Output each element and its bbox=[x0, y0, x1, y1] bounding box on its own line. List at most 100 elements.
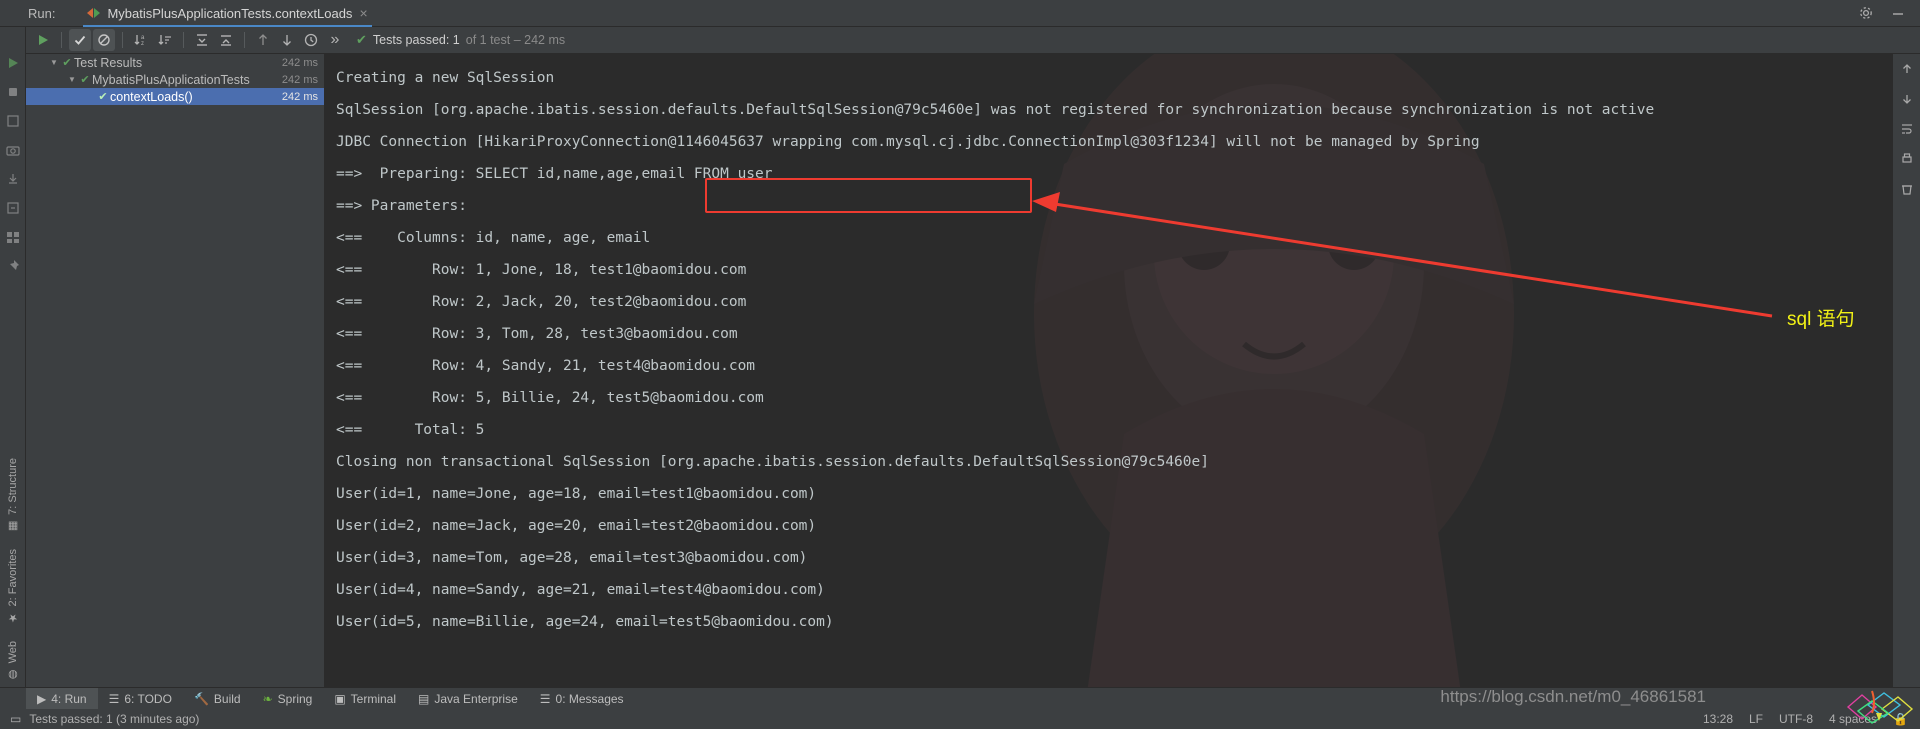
pin-icon[interactable] bbox=[5, 258, 21, 274]
status-bar-line-separator[interactable]: LF bbox=[1749, 712, 1763, 726]
tree-row-test-method[interactable]: ✔ contextLoads() 242 ms bbox=[26, 88, 324, 105]
sidebar-item-web[interactable]: ◍ Web bbox=[0, 633, 26, 689]
status-bar-message[interactable]: Tests passed: 1 (3 minutes ago) bbox=[29, 712, 199, 726]
console-line: ==> Preparing: SELECT id,name,age,email … bbox=[336, 166, 773, 182]
sort-by-duration-button[interactable] bbox=[154, 29, 176, 51]
camera-icon[interactable] bbox=[5, 142, 21, 158]
left-strip-icons bbox=[0, 27, 25, 274]
java-enterprise-icon: ▤ bbox=[418, 691, 430, 706]
left-tool-strip: ▦ 7: Structure ★ 2: Favorites ◍ Web bbox=[0, 27, 26, 699]
rerun-icon[interactable] bbox=[5, 55, 21, 71]
status-bar-icon: ▭ bbox=[10, 712, 22, 726]
console-line: <== Row: 3, Tom, 28, test3@baomidou.com bbox=[336, 326, 738, 342]
more-options-button[interactable]: » bbox=[324, 29, 346, 51]
bottom-tab-todo-label: 6: TODO bbox=[124, 691, 172, 706]
test-status-main: Tests passed: 1 bbox=[372, 33, 460, 47]
minimize-icon[interactable] bbox=[1890, 5, 1906, 21]
console-line: Closing non transactional SqlSession [or… bbox=[336, 454, 1209, 470]
previous-failed-test-button[interactable] bbox=[252, 29, 274, 51]
soft-wrap-icon[interactable] bbox=[1893, 114, 1920, 144]
show-passed-tests-button[interactable] bbox=[69, 29, 91, 51]
sidebar-item-web-label: Web bbox=[7, 640, 19, 663]
chevron-down-icon[interactable]: ▼ bbox=[48, 58, 60, 67]
svg-text:z: z bbox=[141, 41, 144, 47]
right-tool-strip bbox=[1893, 54, 1920, 699]
test-status: ✔ Tests passed: 1 of 1 test – 242 ms bbox=[356, 32, 565, 48]
test-history-icon[interactable] bbox=[300, 29, 322, 51]
bottom-tab-build[interactable]: 🔨 Build bbox=[183, 688, 252, 710]
console-line: User(id=5, name=Billie, age=24, email=te… bbox=[336, 614, 834, 630]
bottom-tab-messages-label: 0: Messages bbox=[555, 691, 624, 706]
passed-check-icon: ✔ bbox=[62, 57, 72, 69]
run-configuration-tab[interactable]: MybatisPlusApplicationTests.contextLoads… bbox=[83, 0, 372, 27]
bottom-tab-spring-label: Spring bbox=[277, 691, 313, 706]
console-line: User(id=3, name=Tom, age=28, email=test3… bbox=[336, 550, 808, 566]
tree-row-label: contextLoads() bbox=[110, 89, 193, 104]
bottom-tab-java-enterprise-label: Java Enterprise bbox=[434, 691, 518, 706]
next-failed-test-button[interactable] bbox=[276, 29, 298, 51]
bottom-tab-terminal[interactable]: ▣ Terminal bbox=[323, 688, 407, 710]
expand-all-button[interactable] bbox=[191, 29, 213, 51]
star-icon: ★ bbox=[7, 611, 20, 625]
structure-icon: ▦ bbox=[7, 520, 20, 534]
tree-row-duration: 242 ms bbox=[281, 90, 318, 103]
console-line: JDBC Connection [HikariProxyConnection@1… bbox=[336, 134, 1480, 150]
passed-check-icon: ✔ bbox=[80, 74, 90, 86]
collapse-all-button[interactable] bbox=[215, 29, 237, 51]
bottom-tab-run[interactable]: ▶ 4: Run bbox=[26, 687, 98, 710]
print-icon[interactable] bbox=[1893, 144, 1920, 174]
chevron-down-icon[interactable]: ▼ bbox=[66, 75, 78, 84]
console-line: User(id=2, name=Jack, age=20, email=test… bbox=[336, 518, 817, 534]
build-icon: 🔨 bbox=[193, 691, 209, 706]
show-ignored-tests-button[interactable] bbox=[93, 29, 115, 51]
console-line: <== Columns: id, name, age, email bbox=[336, 230, 651, 246]
sidebar-item-structure-label: 7: Structure bbox=[7, 458, 19, 516]
bottom-tab-java-enterprise[interactable]: ▤ Java Enterprise bbox=[407, 688, 529, 710]
close-tab-icon[interactable]: × bbox=[359, 5, 367, 21]
tree-row-test-results[interactable]: ▼ ✔ Test Results 242 ms bbox=[26, 54, 324, 71]
status-check-icon: ✔ bbox=[356, 32, 367, 47]
console-line: Creating a new SqlSession bbox=[336, 70, 555, 86]
sort-alphabetically-button[interactable]: az bbox=[130, 29, 152, 51]
globe-icon: ◍ bbox=[7, 668, 20, 681]
sidebar-item-structure[interactable]: ▦ 7: Structure bbox=[0, 450, 26, 541]
import-icon[interactable] bbox=[5, 200, 21, 216]
tree-row-duration: 242 ms bbox=[281, 56, 318, 69]
test-status-sub: of 1 test – 242 ms bbox=[465, 33, 566, 47]
bottom-tab-todo[interactable]: ☰ 6: TODO bbox=[98, 688, 183, 710]
terminal-icon: ▣ bbox=[334, 691, 346, 706]
ide-window: Run: MybatisPlusApplicationTests.context… bbox=[0, 0, 1920, 729]
tree-row-label: Test Results bbox=[74, 55, 143, 70]
console-line: <== Row: 2, Jack, 20, test2@baomidou.com bbox=[336, 294, 747, 310]
run-label: Run: bbox=[28, 5, 56, 21]
window-controls bbox=[1858, 5, 1920, 21]
sidebar-item-favorites-label: 2: Favorites bbox=[7, 549, 19, 607]
grid-icon[interactable] bbox=[5, 229, 21, 245]
trash-icon[interactable] bbox=[1893, 174, 1920, 204]
scroll-up-icon[interactable] bbox=[1893, 54, 1920, 84]
console-line: User(id=4, name=Sandy, age=21, email=tes… bbox=[336, 582, 825, 598]
export-icon[interactable] bbox=[5, 171, 21, 187]
layout-icon[interactable] bbox=[5, 113, 21, 129]
bottom-tab-build-label: Build bbox=[213, 691, 241, 706]
stop-icon[interactable] bbox=[5, 84, 21, 100]
status-bar-encoding[interactable]: UTF-8 bbox=[1779, 712, 1813, 726]
run-icon: ▶ bbox=[37, 691, 47, 706]
toolbar-separator-2 bbox=[122, 32, 123, 48]
bottom-tab-run-label: 4: Run bbox=[51, 691, 87, 706]
test-results-tree[interactable]: ▼ ✔ Test Results 242 ms ▼ ✔ MybatisPlusA… bbox=[26, 54, 324, 699]
toolbar-separator-4 bbox=[244, 32, 245, 48]
console-lines: Creating a new SqlSession SqlSession [or… bbox=[324, 54, 1893, 638]
run-tool-window-header: Run: MybatisPlusApplicationTests.context… bbox=[0, 0, 1920, 27]
bottom-tab-spring[interactable]: ❧ Spring bbox=[252, 688, 324, 710]
bottom-tab-messages[interactable]: ☰ 0: Messages bbox=[529, 688, 635, 710]
rerun-tests-button[interactable] bbox=[32, 29, 54, 51]
toolbar-separator bbox=[61, 32, 62, 48]
tree-row-test-class[interactable]: ▼ ✔ MybatisPlusApplicationTests 242 ms bbox=[26, 71, 324, 88]
console-line: SqlSession [org.apache.ibatis.session.de… bbox=[336, 102, 1655, 118]
scroll-down-icon[interactable] bbox=[1893, 84, 1920, 114]
console-line: ==> Parameters: bbox=[336, 198, 467, 214]
sidebar-item-favorites[interactable]: ★ 2: Favorites bbox=[0, 541, 26, 632]
console-output[interactable]: Creating a new SqlSession SqlSession [or… bbox=[324, 54, 1893, 699]
gear-icon[interactable] bbox=[1858, 5, 1874, 21]
